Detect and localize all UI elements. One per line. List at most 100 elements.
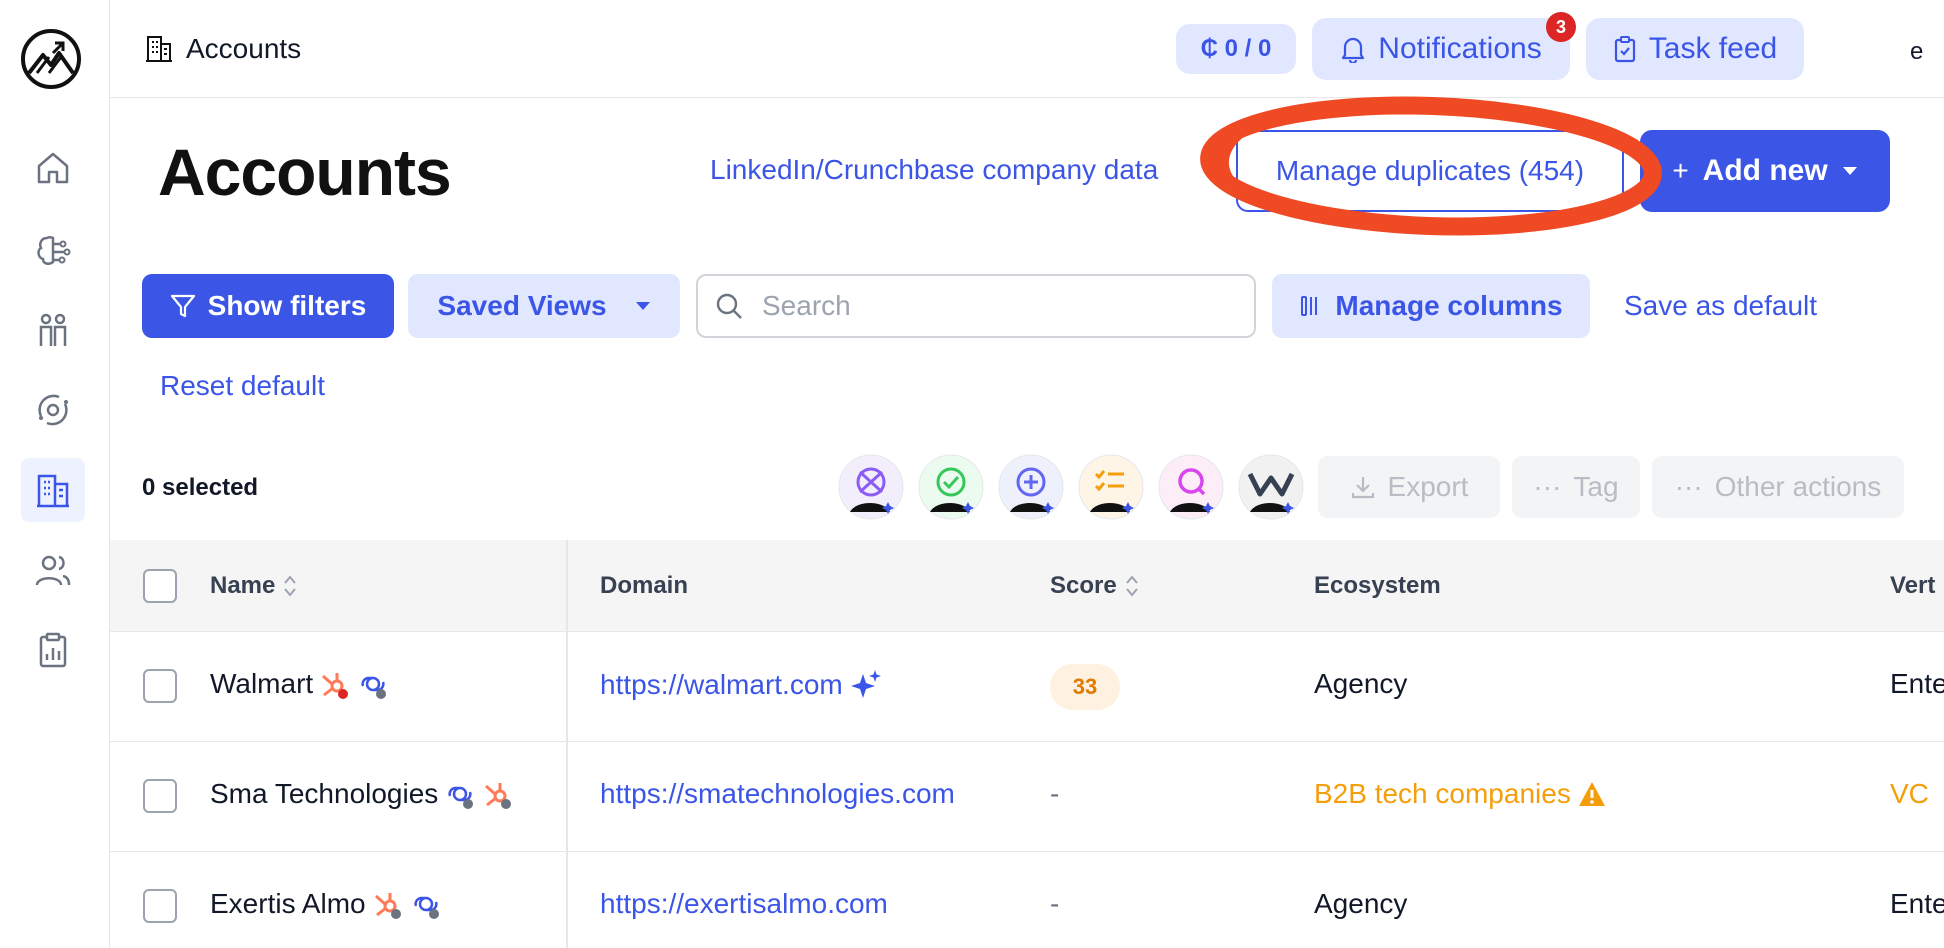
notifications-button[interactable]: Notifications xyxy=(1312,18,1570,80)
column-domain-label: Domain xyxy=(600,572,689,599)
nav-orbit[interactable] xyxy=(21,378,85,442)
hubspot-icon xyxy=(374,893,401,919)
column-name-label: Name xyxy=(210,572,276,599)
building-icon xyxy=(146,36,172,62)
show-filters-label: Show filters xyxy=(207,290,367,321)
list-ai-icon[interactable] xyxy=(1078,454,1144,520)
column-header-vertical[interactable]: Vert xyxy=(1890,572,1935,600)
search-input[interactable] xyxy=(762,290,1222,322)
table-row[interactable]: Sma Technologies https://smatechnologies… xyxy=(110,742,1944,852)
save-as-default-link[interactable]: Save as default xyxy=(1624,290,1817,322)
w-ai-icon[interactable] xyxy=(1238,454,1304,520)
table-header: Name Domain Score Ecosystem Vert xyxy=(110,540,1944,632)
domain-cell[interactable]: https://walmart.com xyxy=(600,668,883,702)
score-cell: - xyxy=(1050,778,1060,809)
globe-ai-icon[interactable] xyxy=(838,454,904,520)
saved-views-label: Saved Views xyxy=(437,290,607,321)
row-checkbox[interactable] xyxy=(143,779,177,813)
brain-icon xyxy=(37,236,71,265)
saved-views-dropdown[interactable]: Saved Views xyxy=(408,274,680,338)
task-feed-label: Task feed xyxy=(1648,32,1778,65)
company-data-link[interactable]: LinkedIn/Crunchbase company data xyxy=(710,154,1158,186)
nav-home[interactable] xyxy=(21,136,85,200)
row-checkbox[interactable] xyxy=(143,889,177,923)
nav-accounts[interactable] xyxy=(21,458,85,522)
edge-text: e xyxy=(1910,38,1924,65)
vertical-cell: Ente xyxy=(1890,888,1944,919)
domain-link[interactable]: https://exertisalmo.com xyxy=(600,888,888,920)
account-name-cell[interactable]: Exertis Almo xyxy=(210,888,442,920)
manage-columns-button[interactable]: Manage columns xyxy=(1272,274,1590,338)
download-icon xyxy=(1351,477,1374,499)
hubspot-icon xyxy=(322,673,349,699)
users-icon xyxy=(35,555,71,586)
ecosystem-cell: Agency xyxy=(1314,888,1408,919)
selected-count: 0 selected xyxy=(142,474,259,501)
column-header-domain[interactable]: Domain xyxy=(600,572,688,600)
building-icon xyxy=(37,474,69,508)
tag-label: Tag xyxy=(1573,471,1619,502)
row-checkbox[interactable] xyxy=(143,669,177,703)
link-sync-icon xyxy=(361,676,387,699)
nav-people[interactable] xyxy=(21,298,85,362)
column-ecosystem-label: Ecosystem xyxy=(1314,572,1441,599)
nav-brain[interactable] xyxy=(21,218,85,282)
ecosystem-label: B2B tech companies xyxy=(1314,778,1571,809)
column-score-label: Score xyxy=(1050,572,1117,599)
home-icon xyxy=(37,152,69,184)
check-ai-icon[interactable] xyxy=(918,454,984,520)
account-name-cell[interactable]: Sma Technologies xyxy=(210,778,514,810)
notification-count-badge: 3 xyxy=(1546,12,1576,42)
bell-icon xyxy=(1342,37,1365,63)
reset-default-link[interactable]: Reset default xyxy=(160,370,325,402)
column-header-score[interactable]: Score xyxy=(1050,572,1139,600)
show-filters-button[interactable]: Show filters xyxy=(142,274,394,338)
account-name: Sma Technologies xyxy=(210,778,439,809)
nav-tasks[interactable] xyxy=(21,618,85,682)
tag-button[interactable]: ··· Tag xyxy=(1512,456,1640,518)
column-header-name[interactable]: Name xyxy=(210,572,297,600)
score-badge: 33 xyxy=(1050,664,1120,710)
warning-icon xyxy=(1578,782,1605,806)
logo-icon[interactable] xyxy=(19,27,83,91)
sparkle-icon xyxy=(850,670,881,698)
table-row[interactable]: Walmart https://walmart.com 33 Agency En… xyxy=(110,632,1944,742)
page-title: Accounts xyxy=(158,135,452,209)
ecosystem-cell: Agency xyxy=(1314,668,1408,699)
link-sync-icon xyxy=(448,786,474,809)
plus-ai-icon[interactable] xyxy=(998,454,1064,520)
nav-contacts[interactable] xyxy=(21,538,85,602)
other-actions-button[interactable]: ··· Other actions xyxy=(1652,456,1904,518)
domain-cell[interactable]: https://exertisalmo.com xyxy=(600,888,888,920)
add-new-label: Add new xyxy=(1702,154,1828,187)
select-all-checkbox[interactable] xyxy=(143,569,177,603)
ellipsis-icon: ··· xyxy=(1674,471,1703,502)
column-vertical-label: Vert xyxy=(1890,572,1936,599)
sort-icon xyxy=(284,575,297,597)
column-divider[interactable] xyxy=(566,540,568,948)
manage-duplicates-button[interactable]: Manage duplicates (454) xyxy=(1236,130,1624,212)
filter-icon xyxy=(170,294,195,318)
account-name-cell[interactable]: Walmart xyxy=(210,668,389,700)
add-new-button[interactable]: + Add new xyxy=(1640,130,1890,212)
manage-columns-label: Manage columns xyxy=(1335,290,1563,321)
breadcrumb[interactable]: Accounts xyxy=(144,33,301,65)
credits-badge[interactable]: ₵ 0 / 0 xyxy=(1176,24,1296,74)
vertical-cell: VC xyxy=(1890,778,1929,809)
search-ai-icon[interactable] xyxy=(1158,454,1224,520)
link-sync-icon xyxy=(414,896,439,919)
domain-cell[interactable]: https://smatechnologies.com xyxy=(600,778,955,810)
search-box[interactable] xyxy=(696,274,1256,338)
plus-icon: + xyxy=(1672,155,1689,186)
hubspot-icon xyxy=(485,783,512,809)
columns-icon xyxy=(1301,296,1318,316)
column-header-ecosystem[interactable]: Ecosystem xyxy=(1314,572,1441,600)
vertical-cell: Ente xyxy=(1890,668,1944,699)
sidebar xyxy=(0,0,110,948)
table-row[interactable]: Exertis Almo https://exertisalmo.com - A… xyxy=(110,852,1944,948)
task-feed-button[interactable]: Task feed xyxy=(1586,18,1804,80)
export-button[interactable]: Export xyxy=(1318,456,1500,518)
domain-link[interactable]: https://smatechnologies.com xyxy=(600,778,955,810)
domain-link[interactable]: https://walmart.com xyxy=(600,669,843,701)
clipboard-check-icon xyxy=(1614,36,1635,63)
